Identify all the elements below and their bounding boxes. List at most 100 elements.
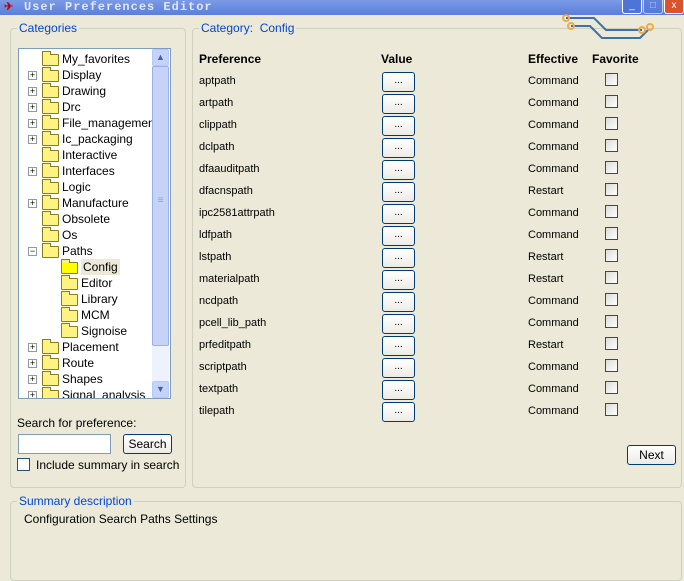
favorite-checkbox[interactable] — [605, 271, 618, 284]
favorite-checkbox[interactable] — [605, 249, 618, 262]
tree-item-label: Obsolete — [62, 212, 111, 226]
value-browse-button[interactable]: ... — [382, 138, 415, 158]
value-browse-button[interactable]: ... — [382, 336, 415, 356]
favorite-checkbox[interactable] — [605, 359, 618, 372]
folder-icon — [61, 275, 78, 290]
folder-icon — [42, 147, 59, 162]
tree-item[interactable]: Signoise — [19, 323, 169, 339]
tree-item[interactable]: My_favorites — [19, 51, 169, 67]
favorite-checkbox[interactable] — [605, 403, 618, 416]
value-browse-button[interactable]: ... — [382, 226, 415, 246]
tree-item[interactable]: MCM — [19, 307, 169, 323]
value-browse-button[interactable]: ... — [382, 402, 415, 422]
collapse-icon[interactable]: − — [28, 247, 37, 256]
folder-icon — [42, 131, 59, 146]
folder-icon — [42, 339, 59, 354]
tree-item[interactable]: − Paths — [19, 243, 169, 259]
favorite-checkbox[interactable] — [605, 205, 618, 218]
tree-item[interactable]: + Placement — [19, 339, 169, 355]
value-browse-button[interactable]: ... — [382, 182, 415, 202]
tree-item-label: Drawing — [62, 84, 107, 98]
tree-item[interactable]: + Drc — [19, 99, 169, 115]
favorite-checkbox[interactable] — [605, 139, 618, 152]
tree-item[interactable]: + Signal_analysis — [19, 387, 169, 399]
expand-icon[interactable]: + — [28, 103, 37, 112]
tree-item[interactable]: + Display — [19, 67, 169, 83]
favorite-checkbox[interactable] — [605, 161, 618, 174]
value-browse-button[interactable]: ... — [382, 380, 415, 400]
scroll-thumb[interactable]: ≡ — [152, 66, 169, 346]
tree-item[interactable]: + Route — [19, 355, 169, 371]
value-browse-button[interactable]: ... — [382, 72, 415, 92]
tree-item-label: Editor — [81, 276, 113, 290]
scroll-down-button[interactable]: ▼ — [152, 381, 169, 398]
expand-icon[interactable]: + — [28, 135, 37, 144]
favorite-checkbox[interactable] — [605, 73, 618, 86]
favorite-checkbox[interactable] — [605, 117, 618, 130]
folder-icon — [42, 115, 59, 130]
tree-item[interactable]: + Interfaces — [19, 163, 169, 179]
tree-item-label: Interactive — [62, 148, 118, 162]
expand-icon[interactable]: + — [28, 343, 37, 352]
category-tree[interactable]: My_favorites + Display + Drawing + Drc + File_ma… — [18, 48, 171, 399]
next-button[interactable]: Next — [627, 445, 676, 465]
header-effective: Effective — [528, 52, 579, 66]
category-label: Category: Config — [199, 21, 297, 35]
close-button[interactable]: x — [664, 0, 684, 14]
favorite-checkbox[interactable] — [605, 293, 618, 306]
value-browse-button[interactable]: ... — [382, 270, 415, 290]
effective-value: Restart — [528, 251, 564, 263]
tree-item-label: Config — [81, 259, 120, 275]
category-prefix: Category: — [201, 21, 254, 35]
value-browse-button[interactable]: ... — [382, 292, 415, 312]
expand-icon[interactable]: + — [28, 119, 37, 128]
search-button[interactable]: Search — [123, 434, 172, 454]
tree-item[interactable]: Obsolete — [19, 211, 169, 227]
favorite-checkbox[interactable] — [605, 183, 618, 196]
expand-icon[interactable]: + — [28, 199, 37, 208]
value-browse-button[interactable]: ... — [382, 314, 415, 334]
expand-icon[interactable]: + — [28, 391, 37, 398]
favorite-checkbox[interactable] — [605, 315, 618, 328]
tree-item[interactable]: Logic — [19, 179, 169, 195]
favorite-checkbox[interactable] — [605, 227, 618, 240]
value-browse-button[interactable]: ... — [382, 204, 415, 224]
maximize-button[interactable]: □ — [643, 0, 663, 14]
favorite-checkbox[interactable] — [605, 337, 618, 350]
tree-item-label: Signal_analysis — [62, 388, 146, 399]
favorite-checkbox[interactable] — [605, 381, 618, 394]
expand-icon[interactable]: + — [28, 359, 37, 368]
window-title: User Preferences Editor — [24, 0, 213, 14]
tree-item[interactable]: Os — [19, 227, 169, 243]
tree-scrollbar[interactable]: ▲ ≡ ▼ — [152, 49, 169, 398]
expand-icon[interactable]: + — [28, 87, 37, 96]
tree-item[interactable]: + Ic_packaging — [19, 131, 169, 147]
tree-item[interactable]: Interactive — [19, 147, 169, 163]
value-browse-button[interactable]: ... — [382, 116, 415, 136]
expand-icon[interactable]: + — [28, 71, 37, 80]
favorite-checkbox[interactable] — [605, 95, 618, 108]
categories-label: Categories — [17, 21, 80, 35]
summary-label: Summary description — [17, 494, 134, 508]
effective-value: Command — [528, 207, 579, 219]
effective-value: Command — [528, 383, 579, 395]
minimize-button[interactable]: _ — [622, 0, 642, 14]
include-summary-checkbox[interactable] — [17, 458, 30, 471]
value-browse-button[interactable]: ... — [382, 160, 415, 180]
value-browse-button[interactable]: ... — [382, 358, 415, 378]
value-browse-button[interactable]: ... — [382, 94, 415, 114]
effective-value: Command — [528, 141, 579, 153]
tree-item[interactable]: + Drawing — [19, 83, 169, 99]
tree-item[interactable]: + Manufacture — [19, 195, 169, 211]
tree-item[interactable]: Library — [19, 291, 169, 307]
expand-icon[interactable]: + — [28, 167, 37, 176]
effective-value: Command — [528, 163, 579, 175]
tree-item[interactable]: + File_management — [19, 115, 169, 131]
tree-item[interactable]: Config — [19, 259, 169, 275]
expand-icon[interactable]: + — [28, 375, 37, 384]
tree-item[interactable]: + Shapes — [19, 371, 169, 387]
tree-item[interactable]: Editor — [19, 275, 169, 291]
scroll-up-button[interactable]: ▲ — [152, 49, 169, 66]
search-input[interactable] — [18, 434, 111, 454]
value-browse-button[interactable]: ... — [382, 248, 415, 268]
